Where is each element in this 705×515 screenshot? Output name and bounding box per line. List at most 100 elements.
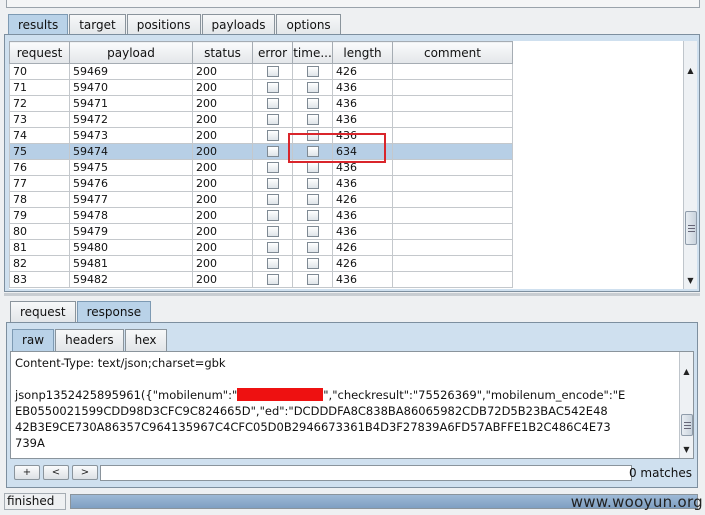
error-checkbox[interactable]: [267, 258, 279, 269]
error-checkbox[interactable]: [267, 82, 279, 93]
tab-payloads[interactable]: payloads: [201, 14, 276, 36]
cell-error: [252, 143, 293, 160]
scroll-down-arrow-icon[interactable]: ▼: [680, 444, 693, 456]
timeout-checkbox[interactable]: [307, 274, 319, 285]
cell-comment: [392, 143, 513, 160]
col-header-comment[interactable]: comment: [392, 41, 513, 64]
cell-payload: 59476: [69, 175, 193, 192]
top-toolbar-strip: [6, 0, 700, 8]
split-pane-divider[interactable]: [4, 293, 700, 296]
error-checkbox[interactable]: [267, 146, 279, 157]
cell-payload: 59472: [69, 111, 193, 128]
main-tabs: results target positions payloads option…: [8, 14, 342, 36]
cell-status: 200: [192, 111, 253, 128]
cell-payload: 59477: [69, 191, 193, 208]
col-header-error[interactable]: error: [252, 41, 293, 64]
error-checkbox[interactable]: [267, 178, 279, 189]
search-next-button[interactable]: >: [72, 465, 98, 480]
table-row[interactable]: 73 59472 200 436: [9, 111, 513, 128]
error-checkbox[interactable]: [267, 98, 279, 109]
status-text: finished: [4, 493, 66, 510]
error-checkbox[interactable]: [267, 130, 279, 141]
table-row[interactable]: 79 59478 200 436: [9, 207, 513, 224]
timeout-checkbox[interactable]: [307, 210, 319, 221]
table-row[interactable]: 75 59474 200 634: [9, 143, 513, 160]
table-row[interactable]: 83 59482 200 436: [9, 271, 513, 288]
cell-status: 200: [192, 143, 253, 160]
timeout-checkbox[interactable]: [307, 98, 319, 109]
timeout-checkbox[interactable]: [307, 82, 319, 93]
timeout-checkbox[interactable]: [307, 194, 319, 205]
cell-payload: 59473: [69, 127, 193, 144]
error-checkbox[interactable]: [267, 194, 279, 205]
table-row[interactable]: 76 59475 200 436: [9, 159, 513, 176]
table-row[interactable]: 77 59476 200 436: [9, 175, 513, 192]
cell-error: [252, 79, 293, 96]
error-checkbox[interactable]: [267, 242, 279, 253]
response-line: jsonp1352425895961({"mobilenum":" ","chec…: [15, 387, 675, 403]
results-table: request payload status error time... len…: [9, 41, 513, 288]
error-checkbox[interactable]: [267, 226, 279, 237]
cell-comment: [392, 127, 513, 144]
search-input[interactable]: [100, 465, 632, 481]
cell-error: [252, 271, 293, 288]
cell-error: [252, 239, 293, 256]
tab-request[interactable]: request: [10, 301, 76, 323]
search-previous-button[interactable]: <: [43, 465, 69, 480]
table-row[interactable]: 81 59480 200 426: [9, 239, 513, 256]
request-response-tabs: request response: [10, 301, 152, 323]
response-scrollbar[interactable]: ▲ ▼: [679, 352, 693, 458]
table-row[interactable]: 78 59477 200 426: [9, 191, 513, 208]
error-checkbox[interactable]: [267, 274, 279, 285]
table-row[interactable]: 72 59471 200 436: [9, 95, 513, 112]
cell-length: 426: [332, 255, 393, 272]
table-row[interactable]: 74 59473 200 436: [9, 127, 513, 144]
cell-error: [252, 255, 293, 272]
table-row[interactable]: 71 59470 200 436: [9, 79, 513, 96]
cell-error: [252, 191, 293, 208]
tab-positions[interactable]: positions: [126, 14, 201, 36]
col-header-timeout[interactable]: time...: [292, 41, 333, 64]
response-scroll-thumb[interactable]: [681, 414, 693, 436]
error-checkbox[interactable]: [267, 210, 279, 221]
cell-comment: [392, 159, 513, 176]
table-row[interactable]: 80 59479 200 436: [9, 223, 513, 240]
cell-error: [252, 159, 293, 176]
table-row[interactable]: 82 59481 200 426: [9, 255, 513, 272]
response-text-view[interactable]: Content-Type: text/json;charset=gbk json…: [10, 351, 694, 459]
timeout-checkbox[interactable]: [307, 66, 319, 77]
status-bar: finished www.wooyun.org: [0, 491, 705, 513]
col-header-payload[interactable]: payload: [69, 41, 193, 64]
timeout-checkbox[interactable]: [307, 162, 319, 173]
cell-length: 436: [332, 207, 393, 224]
timeout-checkbox[interactable]: [307, 178, 319, 189]
results-panel: request payload status error time... len…: [4, 34, 700, 292]
tab-results[interactable]: results: [8, 14, 69, 36]
error-checkbox[interactable]: [267, 114, 279, 125]
cell-status: 200: [192, 79, 253, 96]
cell-request: 73: [9, 111, 70, 128]
error-checkbox[interactable]: [267, 162, 279, 173]
col-header-length[interactable]: length: [332, 41, 393, 64]
scroll-up-arrow-icon[interactable]: ▲: [680, 366, 693, 378]
tab-options[interactable]: options: [276, 14, 341, 36]
cell-status: 200: [192, 271, 253, 288]
timeout-checkbox[interactable]: [307, 242, 319, 253]
scroll-down-arrow-icon[interactable]: ▼: [684, 275, 697, 287]
results-scrollbar[interactable]: ▲ ▼: [683, 41, 697, 289]
col-header-request[interactable]: request: [9, 41, 70, 64]
tab-target[interactable]: target: [69, 14, 126, 36]
cell-payload: 59482: [69, 271, 193, 288]
col-header-status[interactable]: status: [192, 41, 253, 64]
tab-response[interactable]: response: [76, 301, 152, 323]
timeout-checkbox[interactable]: [307, 114, 319, 125]
table-row[interactable]: 70 59469 200 426: [9, 63, 513, 80]
scroll-up-arrow-icon[interactable]: ▲: [684, 65, 697, 77]
search-options-button[interactable]: +: [14, 465, 40, 480]
timeout-checkbox[interactable]: [307, 258, 319, 269]
results-scroll-thumb[interactable]: [685, 211, 697, 245]
cell-timeout: [292, 239, 333, 256]
error-checkbox[interactable]: [267, 66, 279, 77]
response-line-part: jsonp1352425895961({"mobilenum":": [15, 388, 238, 402]
timeout-checkbox[interactable]: [307, 226, 319, 237]
